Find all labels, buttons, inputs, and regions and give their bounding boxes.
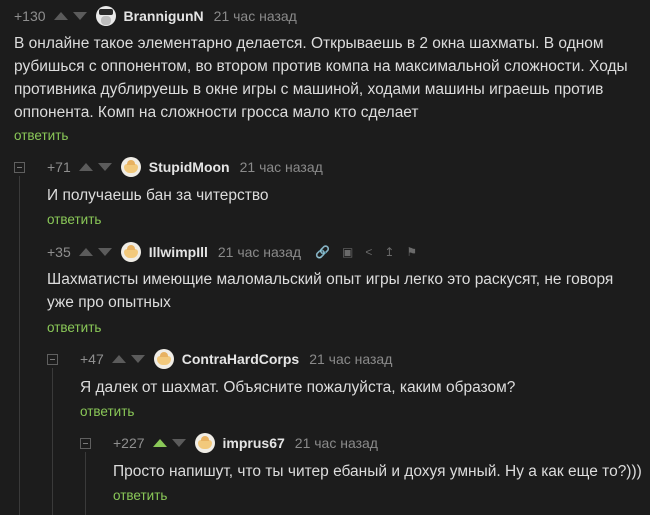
share-icon[interactable]: < xyxy=(365,245,372,259)
avatar[interactable] xyxy=(194,433,215,453)
comment-rating: +130 xyxy=(14,8,46,24)
upvote-icon[interactable] xyxy=(53,12,68,20)
avatar[interactable] xyxy=(120,242,141,262)
username[interactable]: imprus67 xyxy=(223,435,285,451)
comment-rating: +47 xyxy=(80,351,104,367)
collapse-toggle-icon[interactable] xyxy=(47,354,58,365)
comment-time[interactable]: 21 час назад xyxy=(214,8,297,24)
comment-header: +227 imprus67 21 час назад xyxy=(113,433,378,453)
collapse-toggle-icon[interactable] xyxy=(14,162,25,173)
username[interactable]: BrannigunN xyxy=(124,8,204,24)
username[interactable]: StupidMoon xyxy=(149,159,230,175)
comment-rating: +227 xyxy=(113,435,145,451)
comment-header: +47 ContraHardCorps 21 час назад xyxy=(80,349,392,369)
reply-link[interactable]: ответить xyxy=(14,128,68,143)
comment-text: Я далек от шахмат. Объясните пожалуйста,… xyxy=(80,379,516,396)
save-icon[interactable]: ▣ xyxy=(342,245,353,259)
comment-header: +35 IllwimpIll 21 час назад 🔗 ▣ < ↥ ⚑ xyxy=(47,242,429,262)
comment-rating: +71 xyxy=(47,159,71,175)
comment-time[interactable]: 21 час назад xyxy=(295,435,378,451)
thread-line[interactable] xyxy=(19,176,20,515)
comment-text: В онлайне такое элементарно делается. От… xyxy=(14,35,628,121)
comment-text: Просто напишут, что ты читер ебаный и до… xyxy=(113,463,642,480)
avatar[interactable] xyxy=(95,6,116,26)
comment-time[interactable]: 21 час назад xyxy=(218,244,301,260)
username[interactable]: ContraHardCorps xyxy=(182,351,299,367)
comment-tools: 🔗 ▣ < ↥ ⚑ xyxy=(315,245,429,259)
upvote-icon[interactable] xyxy=(152,439,167,447)
comment-time[interactable]: 21 час назад xyxy=(240,159,323,175)
upvote-icon[interactable] xyxy=(111,355,126,363)
reply-link[interactable]: ответить xyxy=(47,212,101,227)
comment-header: +130 BrannigunN 21 час назад xyxy=(14,6,297,26)
flag-icon[interactable]: ⚑ xyxy=(406,245,417,259)
comment-text: Шахматисты имеющие маломальский опыт игр… xyxy=(47,271,614,311)
comment-text: И получаешь бан за читерство xyxy=(47,187,269,204)
reply-link[interactable]: ответить xyxy=(47,320,101,335)
username[interactable]: IllwimpIll xyxy=(149,244,208,260)
comment-rating: +35 xyxy=(47,244,71,260)
link-icon[interactable]: 🔗 xyxy=(315,245,330,259)
thread-line[interactable] xyxy=(52,368,53,515)
downvote-icon[interactable] xyxy=(171,439,186,447)
upvote-icon[interactable] xyxy=(78,248,93,256)
avatar[interactable] xyxy=(153,349,174,369)
avatar[interactable] xyxy=(120,157,141,177)
thread-line[interactable] xyxy=(85,452,86,515)
reply-link[interactable]: ответить xyxy=(80,404,134,419)
parent-arrow-icon[interactable]: ↥ xyxy=(384,245,394,259)
downvote-icon[interactable] xyxy=(97,248,112,256)
comment-header: +71 StupidMoon 21 час назад xyxy=(47,157,323,177)
downvote-icon[interactable] xyxy=(130,355,145,363)
downvote-icon[interactable] xyxy=(72,12,87,20)
upvote-icon[interactable] xyxy=(78,163,93,171)
collapse-toggle-icon[interactable] xyxy=(80,438,91,449)
downvote-icon[interactable] xyxy=(97,163,112,171)
reply-link[interactable]: ответить xyxy=(113,488,167,503)
comment-time[interactable]: 21 час назад xyxy=(309,351,392,367)
